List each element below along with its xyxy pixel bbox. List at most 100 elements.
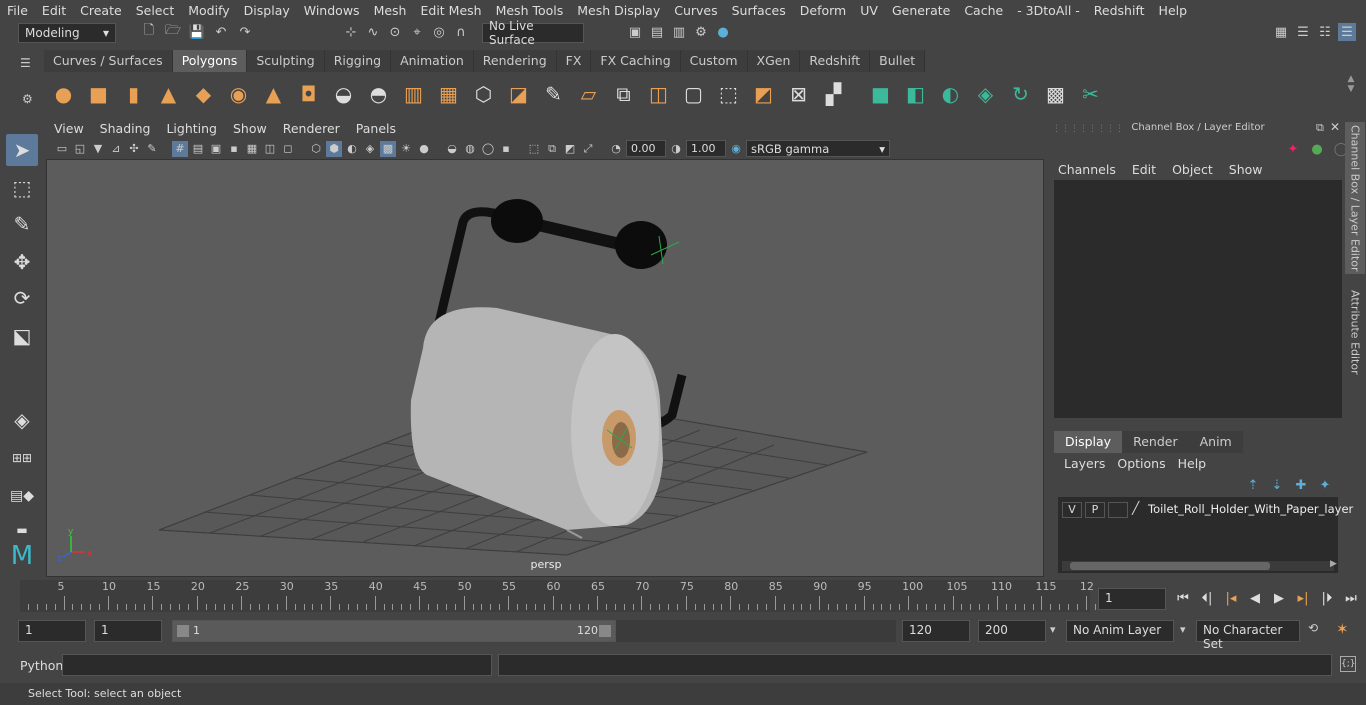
magnet-icon[interactable]: ∩	[452, 23, 470, 41]
shadows-icon[interactable]: ●	[416, 141, 432, 157]
step-back-key-icon[interactable]: |◂	[1220, 588, 1242, 608]
time-slider[interactable]: 5 10 15 20 25 30 35 40 45 50 55 60 65 70 75 80 85 90 95 100…	[20, 580, 1096, 612]
field-chart-icon[interactable]: ▦	[244, 141, 260, 157]
bookmark-icon[interactable]: ▼	[90, 141, 106, 157]
camera-attributes-icon[interactable]: ◱	[72, 141, 88, 157]
shelf-tab-curves-surfaces[interactable]: Curves / Surfaces	[44, 50, 173, 72]
chevron-down-icon[interactable]: ▾	[1180, 623, 1186, 636]
ipr-render-icon[interactable]: ▥	[670, 23, 688, 41]
uv-checker-icon[interactable]: ▩	[1040, 79, 1071, 110]
uv-planar-icon[interactable]: ■	[865, 79, 896, 110]
color-space-dropdown[interactable]: sRGB gamma ▾	[746, 140, 890, 157]
shelf-tab-custom[interactable]: Custom	[680, 50, 748, 72]
safe-title-icon[interactable]: ◻	[280, 141, 296, 157]
fill-hole-icon[interactable]: ⬚	[713, 79, 744, 110]
viewport-menu-renderer[interactable]: Renderer	[275, 121, 348, 136]
save-scene-icon[interactable]: 💾	[188, 23, 206, 41]
range-slider-track[interactable]	[616, 620, 896, 642]
menu-create[interactable]: Create	[73, 3, 129, 18]
scene-start-field[interactable]: 1	[18, 620, 86, 642]
separate-icon[interactable]: ◓	[363, 79, 394, 110]
current-frame-field[interactable]: 1	[1098, 588, 1166, 610]
move-layer-up-icon[interactable]: ⇡	[1244, 476, 1262, 494]
poly-plane-icon[interactable]: ◆	[188, 79, 219, 110]
new-layer-selected-icon[interactable]: ✦	[1316, 476, 1334, 494]
shelf-scroll-arrows[interactable]: ▲ ▼	[1344, 74, 1358, 110]
shelf-tab-polygons[interactable]: Polygons	[172, 50, 248, 72]
menu-windows[interactable]: Windows	[297, 3, 367, 18]
quad-draw-icon[interactable]: ▞	[818, 79, 849, 110]
menu-display[interactable]: Display	[237, 3, 297, 18]
tab-channel-box[interactable]: Channel Box / Layer Editor	[1345, 122, 1365, 274]
uv-cylindrical-icon[interactable]: ◧	[900, 79, 931, 110]
shelf-tab-rendering[interactable]: Rendering	[473, 50, 557, 72]
redo-icon[interactable]: ↷	[236, 23, 254, 41]
layer-horizontal-scrollbar[interactable]: ▶	[1062, 559, 1337, 571]
menu-edit[interactable]: Edit	[35, 3, 73, 18]
shelf-tab-rigging[interactable]: Rigging	[324, 50, 392, 72]
layer-menu-options[interactable]: Options	[1111, 456, 1171, 471]
uv-cut-icon[interactable]: ✂	[1075, 79, 1106, 110]
wireframe-on-shaded-icon[interactable]: ◈	[362, 141, 378, 157]
film-gate-icon[interactable]: ▤	[190, 141, 206, 157]
perspective-viewport[interactable]: x y z persp	[46, 159, 1044, 577]
close-icon[interactable]: ✕	[1330, 120, 1340, 134]
two-d-pan-icon[interactable]: ✣	[126, 141, 142, 157]
poly-pipe-icon[interactable]: ◘	[293, 79, 324, 110]
isolate-select-icon[interactable]: ⬚	[526, 141, 542, 157]
wireframe-icon[interactable]: ⬡	[308, 141, 324, 157]
layer-playback-toggle[interactable]: P	[1085, 502, 1105, 518]
menu-3dtoall[interactable]: - 3DtoAll -	[1010, 3, 1087, 18]
smooth-shade-icon[interactable]: ⬢	[326, 140, 342, 157]
paint-select-tool-icon[interactable]: ✎	[6, 208, 38, 240]
channel-menu-channels[interactable]: Channels	[1050, 162, 1124, 177]
snap-point-icon[interactable]: ⊙	[386, 23, 404, 41]
camera-select-icon[interactable]: ▭	[54, 141, 70, 157]
playback-start-field[interactable]: 1	[94, 620, 162, 642]
command-language-label[interactable]: Python	[20, 658, 63, 673]
merge-icon[interactable]: ◩	[748, 79, 779, 110]
shelf-tab-fx-caching[interactable]: FX Caching	[591, 50, 681, 72]
character-set-dropdown[interactable]: No Character Set	[1196, 620, 1300, 651]
workspace-icon[interactable]: ▦	[1272, 23, 1290, 41]
viewport-menu-lighting[interactable]: Lighting	[158, 121, 225, 136]
shelf-menu-icon[interactable]: ☰	[20, 56, 31, 70]
menu-select[interactable]: Select	[129, 3, 182, 18]
default-material-icon[interactable]: ◐	[344, 141, 360, 157]
shelf-tab-redshift[interactable]: Redshift	[800, 50, 871, 72]
scrollbar-thumb[interactable]	[1070, 562, 1270, 570]
bevel-icon[interactable]: ◫	[643, 79, 674, 110]
extrude-icon[interactable]: ▱	[573, 79, 604, 110]
hypershade-icon[interactable]: ●	[714, 23, 732, 41]
render-frame-icon[interactable]: ▣	[626, 23, 644, 41]
layer-tab-render[interactable]: Render	[1122, 431, 1189, 453]
gamma-icon[interactable]: ◑	[668, 141, 684, 157]
motion-blur-icon[interactable]: ◍	[462, 141, 478, 157]
menu-cache[interactable]: Cache	[957, 3, 1010, 18]
shelf-tab-xgen[interactable]: XGen	[747, 50, 801, 72]
snap-curve-icon[interactable]: ∿	[364, 23, 382, 41]
new-scene-icon[interactable]: 🗋	[140, 23, 158, 41]
layer-menu-layers[interactable]: Layers	[1058, 456, 1111, 471]
channel-filter-icon[interactable]: ✦	[1284, 140, 1302, 158]
move-layer-down-icon[interactable]: ⇣	[1268, 476, 1286, 494]
multi-cut-icon[interactable]: ✎	[538, 79, 569, 110]
select-tool-icon[interactable]: ➤	[6, 134, 38, 166]
anti-alias-icon[interactable]: ◯	[480, 141, 496, 157]
go-to-end-icon[interactable]: ⏭	[1340, 588, 1362, 608]
auto-key-icon[interactable]: ⟲	[1308, 621, 1318, 635]
snap-grid-icon[interactable]: ⊹	[342, 23, 360, 41]
resolution-gate-icon[interactable]: ▣	[208, 141, 224, 157]
smooth-icon[interactable]: ▦	[433, 79, 464, 110]
chevron-down-icon[interactable]: ▾	[1050, 623, 1056, 636]
play-backward-icon[interactable]: ◀	[1244, 588, 1266, 608]
live-surface-field[interactable]: No Live Surface	[482, 19, 584, 47]
menu-deform[interactable]: Deform	[793, 3, 853, 18]
layer-tab-display[interactable]: Display	[1054, 431, 1123, 453]
attribute-toggle-icon[interactable]: ☷	[1316, 23, 1334, 41]
poly-cylinder-icon[interactable]: ▮	[118, 79, 149, 110]
uv-spherical-icon[interactable]: ◐	[935, 79, 966, 110]
scene-end-field[interactable]: 200	[978, 620, 1046, 642]
viewport-menu-shading[interactable]: Shading	[92, 121, 159, 136]
range-start-handle[interactable]	[177, 625, 189, 637]
